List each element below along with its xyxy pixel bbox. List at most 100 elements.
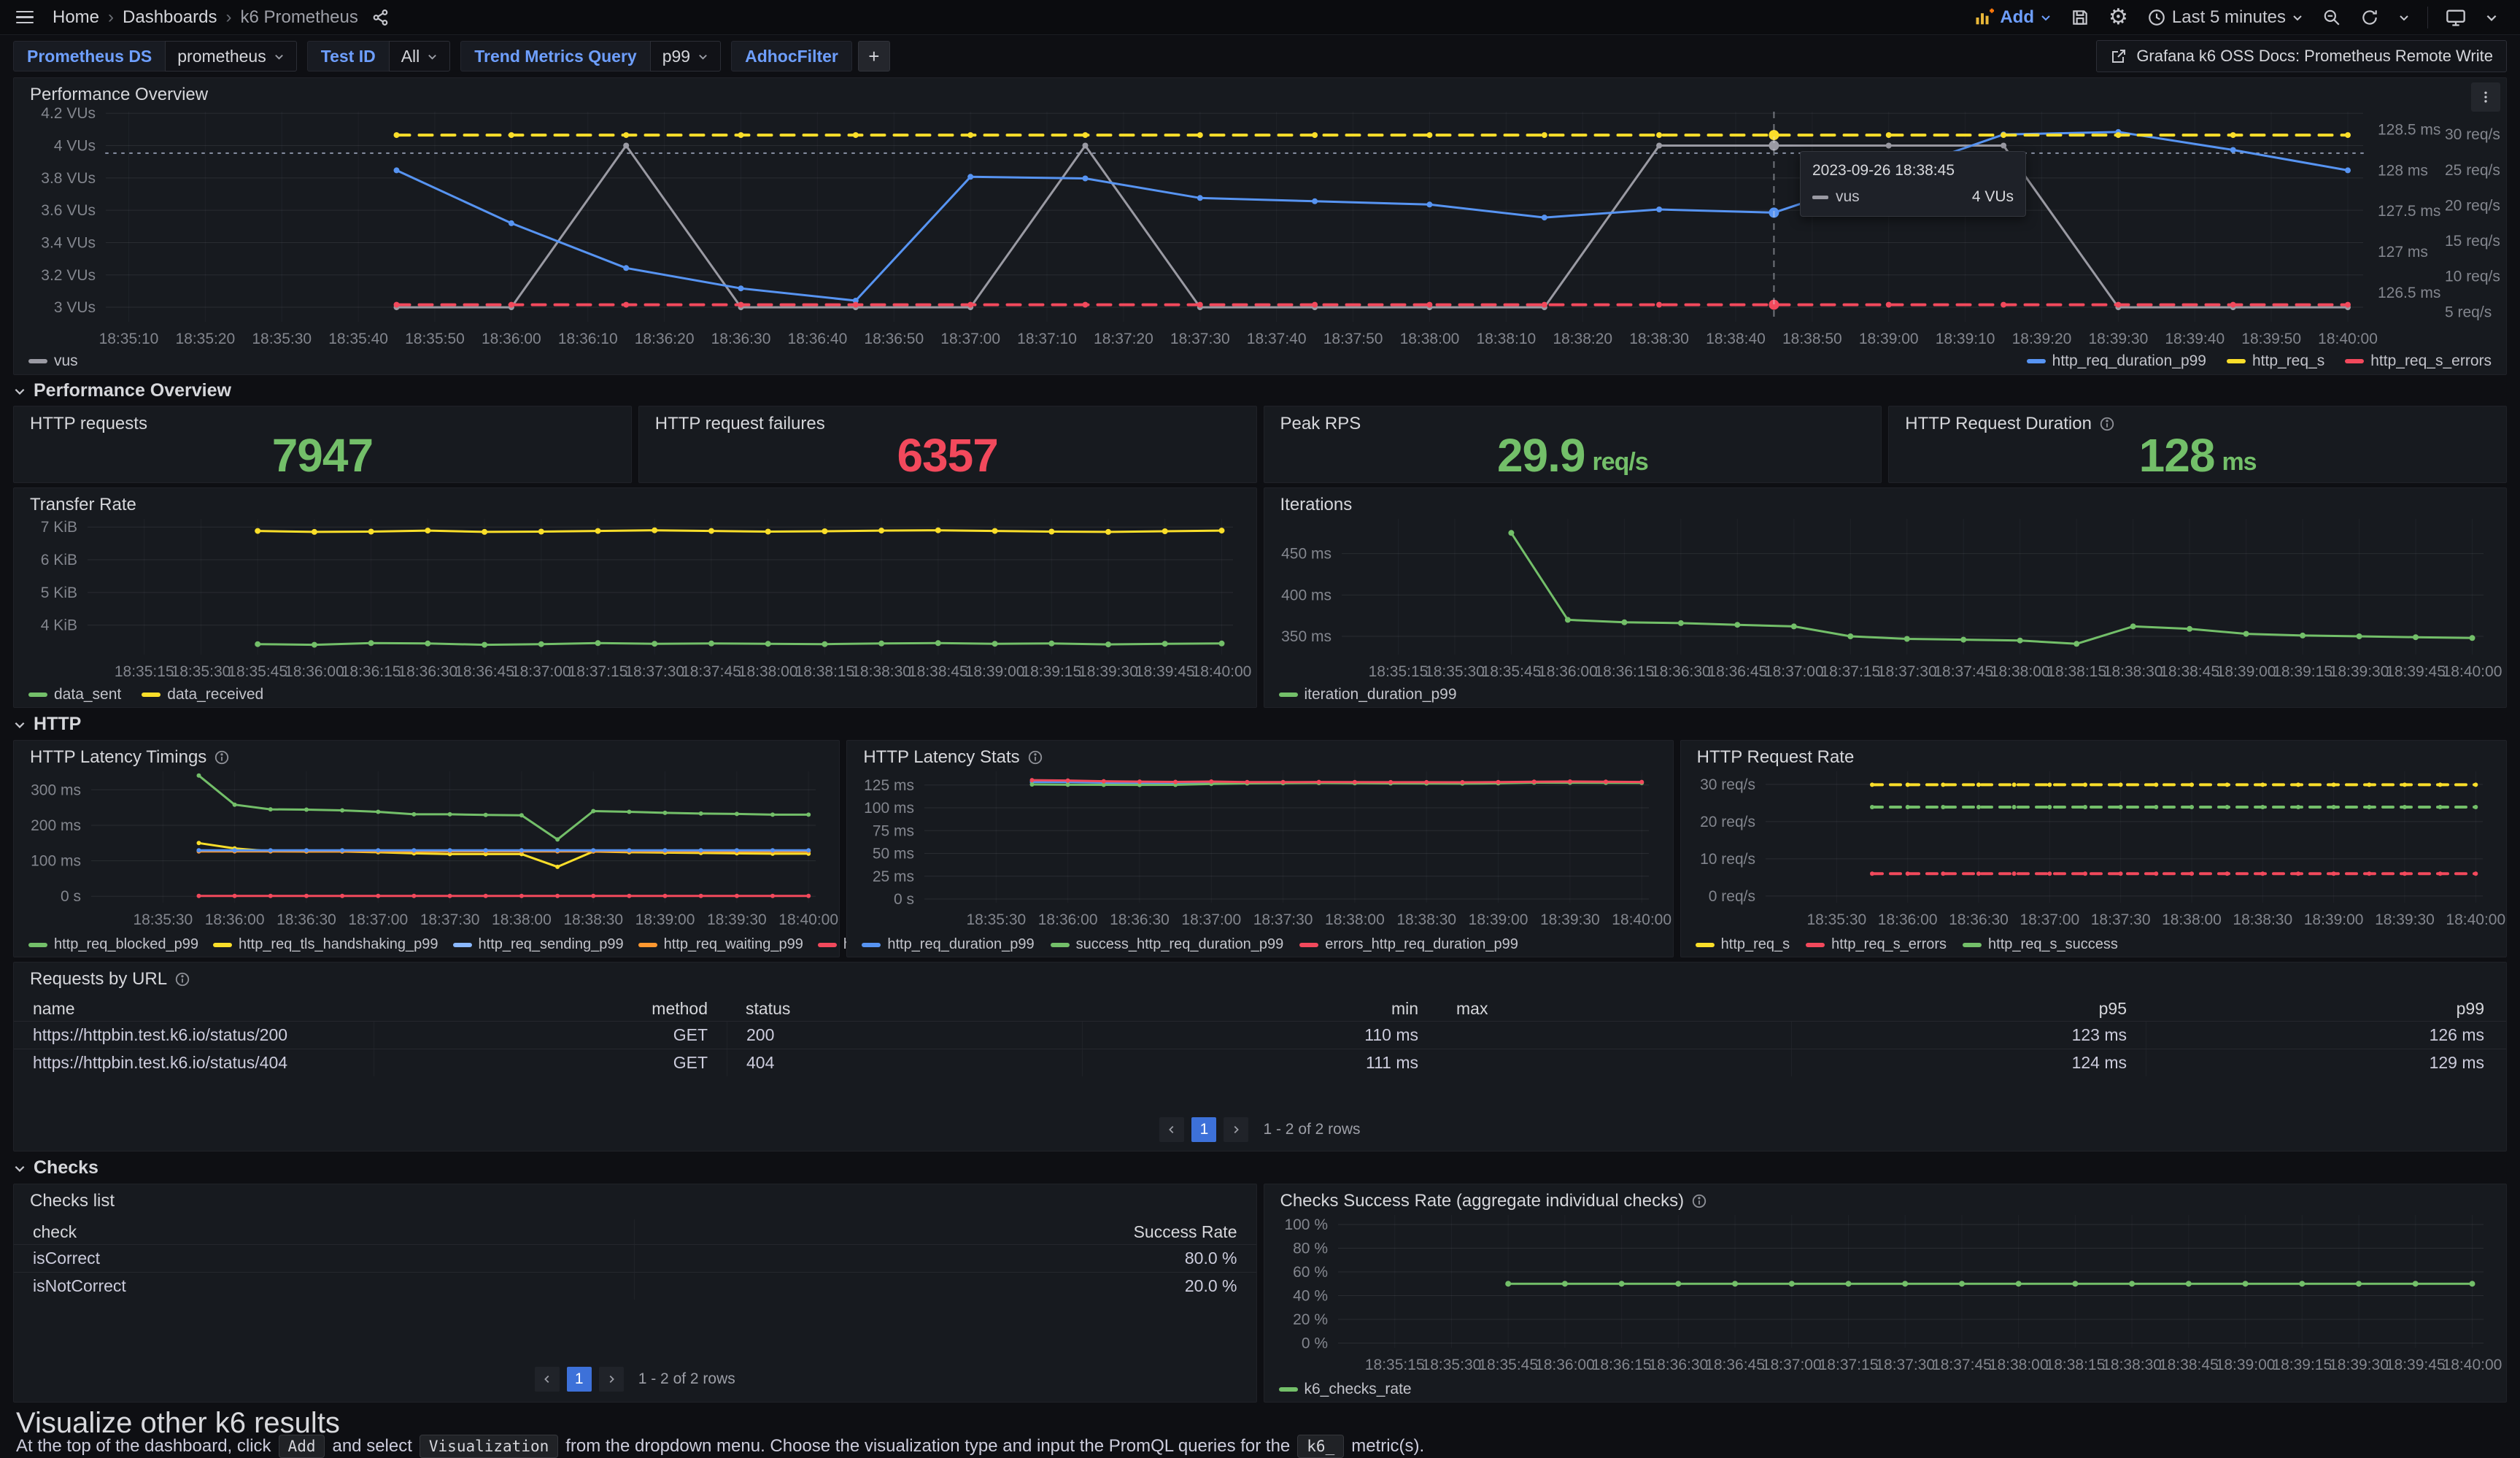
panel-checks-success-rate: Checks Success Rate (aggregate individua… xyxy=(1264,1184,2508,1403)
svg-text:18:38:30: 18:38:30 xyxy=(2103,663,2163,680)
zoom-out-button[interactable] xyxy=(2316,2,2347,33)
column-header[interactable]: Success Rate xyxy=(634,1219,1256,1244)
prev-page-button[interactable] xyxy=(535,1367,560,1392)
panel-title[interactable]: Transfer Rate xyxy=(30,495,136,515)
panel-title[interactable]: HTTP Latency Timings xyxy=(30,747,206,768)
svg-text:3.2 VUs: 3.2 VUs xyxy=(41,267,96,284)
section-checks[interactable]: Checks xyxy=(13,1157,98,1179)
svg-text:3.6 VUs: 3.6 VUs xyxy=(41,202,96,219)
legend-item[interactable]: k6_checks_rate xyxy=(1279,1381,1412,1398)
time-series-chart[interactable]: 18:35:1518:35:3018:35:4518:36:0018:36:15… xyxy=(18,513,1252,685)
adhoc-filter-add-button[interactable]: + xyxy=(858,41,890,72)
time-series-chart[interactable]: 18:35:3018:36:0018:36:3018:37:0018:37:30… xyxy=(851,765,1668,933)
legend-item[interactable]: vus xyxy=(28,352,78,370)
svg-text:18:38:30: 18:38:30 xyxy=(563,911,623,928)
refresh-button[interactable] xyxy=(2354,2,2385,33)
time-series-chart[interactable]: 18:35:3018:36:0018:36:3018:37:0018:37:30… xyxy=(1685,765,2502,933)
time-series-chart[interactable]: 18:35:1518:35:3018:35:4518:36:0018:36:15… xyxy=(1269,1209,2502,1378)
page-number[interactable]: 1 xyxy=(567,1367,592,1392)
svg-text:18:37:00: 18:37:00 xyxy=(2020,911,2079,928)
panel-title[interactable]: Checks Success Rate (aggregate individua… xyxy=(1280,1191,1685,1211)
panel-title[interactable]: Checks list xyxy=(30,1191,115,1211)
time-series-chart[interactable]: 18:35:1518:35:3018:35:4518:36:0018:36:15… xyxy=(1269,513,2502,685)
svg-text:18:39:30: 18:39:30 xyxy=(2329,663,2389,680)
panel-http-latency-stats: HTTP Latency Stats 18:35:3018:36:0018:36… xyxy=(846,740,1673,957)
section-performance-overview[interactable]: Performance Overview xyxy=(13,380,231,401)
breadcrumb-home[interactable]: Home xyxy=(53,7,99,28)
tooltip-value: 4 VUs xyxy=(1972,188,2014,206)
table-cell: 80.0 % xyxy=(634,1245,1256,1272)
table-cell: GET xyxy=(374,1049,727,1076)
legend-item[interactable]: http_req_s_errors xyxy=(1806,936,1947,953)
legend-item[interactable]: iteration_duration_p99 xyxy=(1279,686,1457,703)
clock-icon xyxy=(2147,8,2166,27)
add-button[interactable]: Add xyxy=(1968,1,2057,34)
share-icon[interactable] xyxy=(371,8,390,27)
legend-item[interactable]: data_sent xyxy=(28,686,121,703)
kiosk-mode-button[interactable] xyxy=(2440,1,2472,34)
menu-icon[interactable] xyxy=(16,11,34,24)
svg-text:127 ms: 127 ms xyxy=(2378,244,2428,261)
legend-item[interactable]: data_received xyxy=(142,686,263,703)
panel-title[interactable]: HTTP Latency Stats xyxy=(863,747,1019,768)
panel-checks-list: Checks list checkSuccess Rate isCorrect8… xyxy=(13,1184,1257,1403)
column-header[interactable]: name xyxy=(14,996,374,1021)
legend-item[interactable]: http_req_duration_p99 xyxy=(2027,352,2206,370)
column-header[interactable]: status xyxy=(727,996,1082,1021)
var-label: Trend Metrics Query xyxy=(460,41,649,72)
docs-link[interactable]: Grafana k6 OSS Docs: Prometheus Remote W… xyxy=(2096,40,2507,72)
legend-item[interactable]: http_req_sending_p99 xyxy=(453,936,624,953)
legend-item[interactable]: success_http_req_duration_p99 xyxy=(1051,936,1284,953)
prev-page-button[interactable] xyxy=(1159,1117,1184,1142)
legend-item[interactable]: http_req_s xyxy=(1696,936,1790,953)
settings-button[interactable]: ⚙ xyxy=(2103,1,2134,34)
column-header[interactable]: p95 xyxy=(1791,996,2146,1021)
chevron-left-icon xyxy=(542,1374,552,1384)
legend-item[interactable]: http_req_s_errors xyxy=(2345,352,2492,370)
legend-item[interactable]: http_req_duration_p99 xyxy=(862,936,1034,953)
panel-title[interactable]: HTTP Request Rate xyxy=(1697,747,1855,768)
save-dashboard-button[interactable] xyxy=(2065,2,2095,33)
refresh-interval-dropdown[interactable] xyxy=(2392,6,2416,29)
column-header[interactable]: min xyxy=(1082,996,1437,1021)
panel-title[interactable]: Performance Overview xyxy=(30,85,208,105)
column-header[interactable]: check xyxy=(14,1219,634,1244)
legend-item[interactable]: http_req_tls_handshaking_p99 xyxy=(213,936,438,953)
svg-text:18:36:45: 18:36:45 xyxy=(1707,663,1767,680)
svg-text:18:36:00: 18:36:00 xyxy=(1877,911,1937,928)
time-range-picker[interactable]: Last 5 minutes xyxy=(2141,1,2309,34)
section-http[interactable]: HTTP xyxy=(13,714,81,735)
breadcrumb-current[interactable]: k6 Prometheus xyxy=(240,7,357,28)
column-header[interactable]: method xyxy=(374,996,727,1021)
legend-item[interactable]: http_req_blocked_p99 xyxy=(28,936,198,953)
kebab-menu-icon xyxy=(2478,90,2493,104)
panel-title[interactable]: Requests by URL xyxy=(30,969,167,990)
save-icon xyxy=(2071,8,2090,27)
breadcrumb-dashboards[interactable]: Dashboards xyxy=(123,7,217,28)
table-cell: isNotCorrect xyxy=(14,1273,634,1300)
next-page-button[interactable] xyxy=(599,1367,624,1392)
page-number[interactable]: 1 xyxy=(1191,1117,1216,1142)
svg-text:18:37:00: 18:37:00 xyxy=(1761,1357,1821,1373)
legend-item[interactable]: http_req_s_success xyxy=(1963,936,2118,953)
panel-performance-overview: Performance Overview 18:35:1018:35:2018:… xyxy=(13,77,2507,375)
navbar-more-dropdown[interactable] xyxy=(2479,5,2504,30)
column-header[interactable]: p99 xyxy=(2146,996,2503,1021)
legend-item[interactable]: http_req_s xyxy=(2227,352,2324,370)
legend-item[interactable]: errors_http_req_duration_p99 xyxy=(1299,936,1518,953)
var-trend-metrics-value[interactable]: p99 xyxy=(650,41,721,72)
svg-text:18:39:15: 18:39:15 xyxy=(2273,663,2332,680)
panel-title[interactable]: Iterations xyxy=(1280,495,1353,515)
time-series-chart[interactable]: 18:35:1018:35:2018:35:3018:35:4018:35:50… xyxy=(18,104,2502,351)
column-header[interactable]: max xyxy=(1437,996,1791,1021)
next-page-button[interactable] xyxy=(1224,1117,1248,1142)
time-series-chart[interactable]: 18:35:3018:36:0018:36:3018:37:0018:37:30… xyxy=(18,765,835,933)
variables-bar: Prometheus DS prometheus Test ID All Tre… xyxy=(0,35,2520,77)
svg-text:4 KiB: 4 KiB xyxy=(41,617,77,634)
legend-item[interactable]: http_req_waiting_p99 xyxy=(638,936,803,953)
var-prometheus-ds-value[interactable]: prometheus xyxy=(165,41,296,72)
chevron-down-icon xyxy=(13,385,26,398)
var-test-id-value[interactable]: All xyxy=(389,41,451,72)
svg-text:18:37:50: 18:37:50 xyxy=(1323,331,1383,347)
svg-text:18:37:30: 18:37:30 xyxy=(1170,331,1230,347)
